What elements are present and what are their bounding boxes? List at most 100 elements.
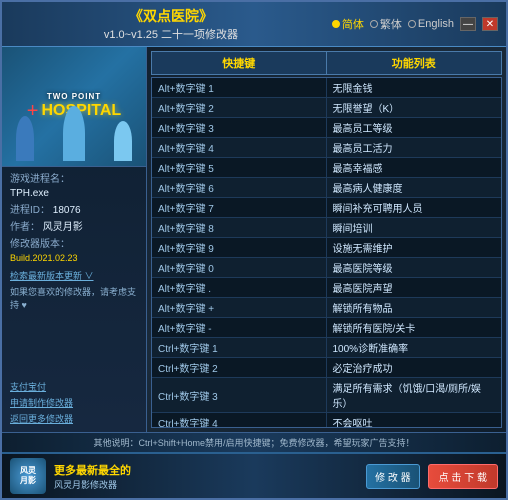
hotkey-key: Ctrl+数字键 2	[152, 358, 327, 377]
mod-version-label: 修改器版本：	[10, 239, 70, 250]
game-title: 《双点医院》	[10, 6, 332, 26]
table-row: Ctrl+数字键 1100%诊断准确率	[152, 338, 501, 358]
hotkey-func: 解锁所有物品	[327, 298, 502, 317]
hotkey-func: 无限誉望（K）	[327, 98, 502, 117]
header-controls: 简体 繁体 English — ✕	[332, 16, 498, 32]
download-button[interactable]: 点 击 下 载	[428, 464, 498, 489]
mod-version-value: Build.2021.02.23	[10, 253, 78, 263]
request-mod-link[interactable]: 申请制作修改器	[10, 396, 138, 409]
process-id-value: 18076	[53, 205, 81, 216]
lang-simple[interactable]: 简体	[332, 16, 364, 32]
tip-text: 如果您喜欢的修改器，请考虑支持 ♥	[10, 286, 138, 311]
table-row: Alt+数字键 -解锁所有医院/关卡	[152, 318, 501, 338]
logo-two-point: TWO POINT	[47, 92, 101, 101]
table-row: Ctrl+数字键 3满足所有需求（饥饿/口渴/厕所/娱乐）	[152, 378, 501, 413]
author-label: 作者：	[10, 222, 40, 233]
hotkey-key: Ctrl+数字键 3	[152, 378, 327, 412]
process-id-label: 进程ID：	[10, 205, 50, 216]
hotkey-key: Alt+数字键 2	[152, 98, 327, 117]
more-mods-link[interactable]: 返回更多修改器	[10, 412, 138, 425]
hotkey-func: 无限金钱	[327, 78, 502, 97]
hotkey-func: 最高医院声望	[327, 278, 502, 297]
left-links: 支付宝付 申请制作修改器 返回更多修改器	[2, 376, 146, 432]
banner-line2: 风灵月影修改器	[54, 478, 358, 491]
process-id-row: 进程ID： 18076	[10, 204, 138, 218]
hotkey-func: 最高幸福感	[327, 158, 502, 177]
mod-version-row: 修改器版本： Build.2021.02.23	[10, 238, 138, 266]
version-text: v1.0~v1.25 二十一项修改器	[10, 26, 332, 42]
hotkey-key: Alt+数字键 4	[152, 138, 327, 157]
hotkey-key: Alt+数字键 1	[152, 78, 327, 97]
table-row: Alt+数字键 5最高幸福感	[152, 158, 501, 178]
radio-english	[408, 20, 416, 28]
col2-header: 功能列表	[327, 52, 502, 74]
hotkey-key: Alt+数字键 +	[152, 298, 327, 317]
header-title: 《双点医院》 v1.0~v1.25 二十一项修改器	[10, 6, 332, 42]
hotkey-func: 必定治疗成功	[327, 358, 502, 377]
body: TWO POINT + HOSPITAL 游戏进程名： TPH.exe	[2, 47, 506, 432]
hotkey-key: Alt+数字键 8	[152, 218, 327, 237]
lang-english[interactable]: English	[408, 18, 454, 30]
game-image: TWO POINT + HOSPITAL	[2, 47, 146, 167]
table-row: Alt+数字键 7瞬间补充可聘用人员	[152, 198, 501, 218]
col1-header: 快捷键	[152, 52, 327, 74]
hotkey-func: 满足所有需求（饥饿/口渴/厕所/娱乐）	[327, 378, 502, 412]
character-1	[16, 116, 34, 161]
alipay-link[interactable]: 支付宝付	[10, 380, 138, 393]
header: 《双点医院》 v1.0~v1.25 二十一项修改器 简体 繁体 English …	[2, 2, 506, 47]
hotkey-key: Alt+数字键 7	[152, 198, 327, 217]
table-row: Alt+数字键 2无限誉望（K）	[152, 98, 501, 118]
game-name-label: 游戏进程名：	[10, 174, 70, 185]
character-group	[2, 106, 146, 161]
hotkey-func: 100%诊断准确率	[327, 338, 502, 357]
hotkey-func: 最高医院等级	[327, 258, 502, 277]
hotkey-key: Alt+数字键 9	[152, 238, 327, 257]
author-row: 作者： 风灵月影	[10, 221, 138, 235]
hotkey-func: 最高员工等级	[327, 118, 502, 137]
game-name-value: TPH.exe	[10, 188, 49, 199]
banner-content: 更多最新最全的 风灵月影修改器	[54, 462, 358, 491]
table-row: Alt+数字键 3最高员工等级	[152, 118, 501, 138]
table-row: Alt+数字键 6最高病人健康度	[152, 178, 501, 198]
character-3	[114, 121, 132, 161]
bottom-banner: 风灵 月影 更多最新最全的 风灵月影修改器 修 改 器 点 击 下 载	[2, 452, 506, 498]
lang-traditional[interactable]: 繁体	[370, 16, 402, 32]
footer: 其他说明：Ctrl+Shift+Home禁用/启用快捷键；免费修改器，希望玩家广…	[2, 432, 506, 452]
hotkey-key: Ctrl+数字键 4	[152, 413, 327, 428]
table-row: Alt+数字键 9设施无需维护	[152, 238, 501, 258]
hotkey-key: Alt+数字键 3	[152, 118, 327, 137]
hotkey-func: 瞬间培训	[327, 218, 502, 237]
left-info: 游戏进程名： TPH.exe 进程ID： 18076 作者： 风灵月影 修改器版…	[2, 167, 146, 376]
hotkey-func: 设施无需维护	[327, 238, 502, 257]
hotkey-func: 最高病人健康度	[327, 178, 502, 197]
table-header: 快捷键 功能列表	[151, 51, 502, 75]
character-2	[63, 106, 85, 161]
banner-logo: 风灵 月影	[10, 458, 46, 494]
table-row: Alt+数字键 1无限金钱	[152, 78, 501, 98]
minimize-button[interactable]: —	[460, 17, 476, 31]
close-button[interactable]: ✕	[482, 17, 498, 31]
radio-simple	[332, 20, 340, 28]
hotkey-key: Alt+数字键 6	[152, 178, 327, 197]
hotkey-key: Alt+数字键 0	[152, 258, 327, 277]
table-row: Alt+数字键 +解锁所有物品	[152, 298, 501, 318]
radio-traditional	[370, 20, 378, 28]
table-row: Ctrl+数字键 4不会呕吐	[152, 413, 501, 428]
main-window: 《双点医院》 v1.0~v1.25 二十一项修改器 简体 繁体 English …	[0, 0, 508, 500]
hotkey-list: Alt+数字键 1无限金钱Alt+数字键 2无限誉望（K）Alt+数字键 3最高…	[151, 77, 502, 428]
table-row: Alt+数字键 8瞬间培训	[152, 218, 501, 238]
author-value: 风灵月影	[43, 222, 83, 233]
footer-tip: 其他说明：Ctrl+Shift+Home禁用/启用快捷键；免费修改器，希望玩家广…	[10, 436, 498, 449]
check-update-link[interactable]: 检索最新版本更新 ∨	[10, 269, 138, 282]
game-name-row: 游戏进程名： TPH.exe	[10, 173, 138, 201]
table-row: Alt+数字键 4最高员工活力	[152, 138, 501, 158]
modify-button[interactable]: 修 改 器	[366, 464, 420, 489]
hotkey-func: 瞬间补充可聘用人员	[327, 198, 502, 217]
hotkey-key: Ctrl+数字键 1	[152, 338, 327, 357]
hotkey-func: 不会呕吐	[327, 413, 502, 428]
left-panel: TWO POINT + HOSPITAL 游戏进程名： TPH.exe	[2, 47, 147, 432]
right-panel: 快捷键 功能列表 Alt+数字键 1无限金钱Alt+数字键 2无限誉望（K）Al…	[147, 47, 506, 432]
hotkey-func: 解锁所有医院/关卡	[327, 318, 502, 337]
banner-logo-text: 风灵 月影	[20, 466, 36, 485]
table-row: Alt+数字键 0最高医院等级	[152, 258, 501, 278]
